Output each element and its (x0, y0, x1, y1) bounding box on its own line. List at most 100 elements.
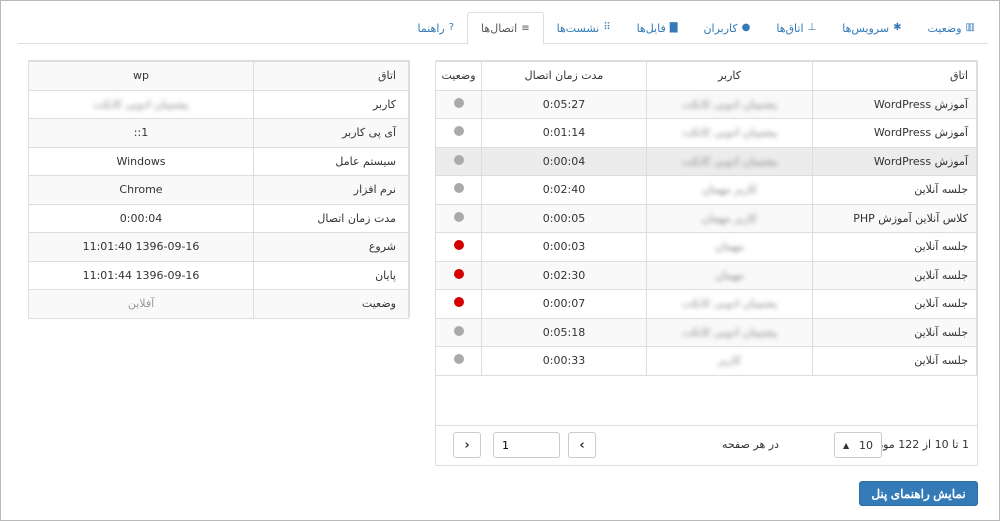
tab-0[interactable]: ▥ وضعیت (914, 12, 988, 44)
detail-row: آی پی کاربر::1 (28, 118, 409, 148)
detail-value: 1396-09-16 11:01:40 (28, 232, 254, 262)
table-row[interactable]: آموزش WordPress پشتیبان ادوبی کانکت 0:01:1… (436, 118, 977, 148)
detail-label: سیستم عامل (253, 146, 409, 176)
cell-room-cell: جلسه آنلاین (812, 260, 977, 290)
cell-user-cell: کاربر (646, 346, 813, 376)
status-offline-icon (453, 325, 464, 336)
detail-value-text: 1396-09-16 11:01:40 (82, 240, 200, 254)
next-page-button[interactable]: › (568, 432, 596, 458)
detail-row: سیستم عامل Windows (28, 146, 409, 176)
cell-duration: 0:00:33 (542, 354, 586, 368)
connections-table: اتاق کاربر مدت زمان اتصال وضعیت آموزش Wo… (436, 61, 977, 376)
table-row[interactable]: آموزش WordPress پشتیبان ادوبی کانکت 0:05:2… (436, 89, 977, 119)
cell-user: پشتیبان ادوبی کانکت (681, 297, 778, 311)
cell-duration: 0:01:14 (542, 126, 586, 140)
cell-room: آموزش WordPress (873, 126, 968, 140)
cell-room: جلسه آنلاین (914, 297, 968, 311)
chevron-left-icon: ‹ (464, 437, 470, 453)
cell-user-cell: کاربر مهمان (646, 203, 813, 233)
detail-value-text: 1396-09-16 11:01:44 (82, 268, 200, 282)
table-row[interactable]: جلسه آنلاین پشتیبان ادوبی کانکت 0:05:18 (436, 317, 977, 347)
cell-status-cell (436, 146, 482, 176)
table-row[interactable]: جلسه آنلاین کاربر 0:00:33 (436, 346, 977, 376)
tab-5[interactable]: ⠿ نشست‌ها (544, 12, 624, 44)
cell-duration-cell: 0:00:05 (481, 203, 647, 233)
tab-label: اتصال‌ها (481, 22, 518, 35)
cell-duration: 0:02:40 (542, 183, 586, 197)
cell-status-cell (436, 289, 482, 319)
detail-row: کاربر پشتیبان ادوبی کانکت (28, 89, 409, 119)
cell-user: پشتیبان ادوبی کانکت (681, 325, 778, 339)
detail-row: وضعیت آفلاین (28, 289, 409, 319)
cell-room: کلاس آنلاین آموزش PHP (853, 211, 968, 225)
table-row[interactable]: کلاس آنلاین آموزش PHP کاربر مهمان 0:00:05 (436, 203, 977, 233)
tab-4[interactable]: ▇ فایل‌ها (624, 12, 691, 44)
cell-status-cell (436, 346, 482, 376)
table-row[interactable]: جلسه آنلاین مهمان 0:02:30 (436, 260, 977, 290)
tab-1[interactable]: ✱ سرویس‌ها (829, 12, 914, 44)
cell-room-cell: جلسه آنلاین (812, 346, 977, 376)
cell-status-cell (436, 203, 482, 233)
tab-label: راهنما (417, 21, 445, 35)
cell-user-cell: پشتیبان ادوبی کانکت (646, 317, 813, 347)
cell-room-cell: آموزش WordPress (812, 89, 977, 119)
cell-user-cell: پشتیبان ادوبی کانکت (646, 289, 813, 319)
cell-user-cell: کاربر مهمان (646, 175, 813, 205)
tab-6[interactable]: ≡ اتصال‌ها (467, 12, 544, 45)
cell-user: پشتیبان ادوبی کانکت (681, 126, 778, 140)
table-row[interactable]: آموزش WordPress پشتیبان ادوبی کانکت 0:00:0… (436, 146, 977, 176)
detail-label: پایان (253, 260, 409, 290)
cell-user: کاربر مهمان (701, 211, 758, 225)
cell-duration-cell: 0:01:14 (481, 118, 647, 148)
tab-7[interactable]: ? راهنما (405, 12, 468, 44)
cell-duration: 0:05:27 (542, 97, 586, 111)
col-header-duration[interactable]: مدت زمان اتصال (481, 61, 647, 91)
cell-user-cell: مهمان (646, 232, 813, 262)
tab-3[interactable]: ● کاربران (690, 12, 763, 44)
cell-room-cell: آموزش WordPress (812, 118, 977, 148)
cell-room: جلسه آنلاین (914, 325, 968, 339)
cell-user: پشتیبان ادوبی کانکت (681, 154, 778, 168)
detail-label: اتاق (253, 61, 409, 91)
cell-duration: 0:00:04 (542, 154, 586, 168)
col-header-user[interactable]: کاربر (646, 61, 813, 91)
page-number-input[interactable] (493, 432, 560, 458)
tab-label: سرویس‌ها (842, 21, 890, 35)
detail-row: پایان 1396-09-16 11:01:44 (28, 260, 409, 290)
cell-room-cell: جلسه آنلاین (812, 289, 977, 319)
cell-room-cell: جلسه آنلاین (812, 317, 977, 347)
cell-room: جلسه آنلاین (914, 354, 968, 368)
prev-page-button[interactable]: ‹ (453, 432, 481, 458)
detail-value-text: ::1 (133, 126, 149, 140)
tab-2[interactable]: ⊥ اتاق‌ها (763, 12, 829, 44)
col-header-room[interactable]: اتاق (812, 61, 977, 91)
detail-value: 0:00:04 (28, 203, 254, 233)
show-panel-help-button[interactable]: نمایش راهنمای پنل (859, 481, 978, 506)
table-row[interactable]: جلسه آنلاین پشتیبان ادوبی کانکت 0:00:07 (436, 289, 977, 319)
cell-status-cell (436, 118, 482, 148)
cell-room: جلسه آنلاین (914, 240, 968, 254)
table-row[interactable]: جلسه آنلاین مهمان 0:00:03 (436, 232, 977, 262)
caret-up-icon: ▲ (843, 440, 850, 450)
detail-value-text: پشتیبان ادوبی کانکت (93, 97, 189, 111)
detail-value-text: Windows (116, 154, 166, 168)
per-page-label: در هر صفحه (722, 438, 779, 451)
detail-value-text: Chrome (119, 183, 163, 197)
status-online-icon (453, 297, 464, 308)
cell-status-cell (436, 260, 482, 290)
cell-duration: 0:00:07 (542, 297, 586, 311)
detail-value: ::1 (28, 118, 254, 148)
page-size-select[interactable]: 10 ▲ (834, 432, 882, 458)
user-icon: ● (741, 22, 751, 33)
detail-value: آفلاین (28, 289, 254, 319)
detail-label: آی پی کاربر (253, 118, 409, 148)
detail-label: وضعیت (253, 289, 409, 319)
col-header-status[interactable]: وضعیت (436, 61, 482, 91)
detail-label: شروع (253, 232, 409, 262)
cell-duration-cell: 0:00:04 (481, 146, 647, 176)
detail-value: wp (28, 61, 254, 91)
list-icon: ≡ (521, 22, 530, 34)
detail-value: Windows (28, 146, 254, 176)
table-row[interactable]: جلسه آنلاین کاربر مهمان 0:02:40 (436, 175, 977, 205)
file-icon: ▇ (669, 22, 678, 33)
